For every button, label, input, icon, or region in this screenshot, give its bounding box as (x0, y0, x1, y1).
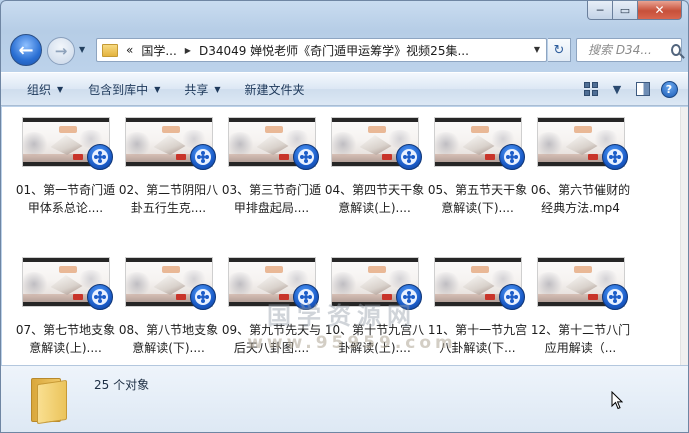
chevron-down-icon: ▼ (57, 84, 64, 94)
video-thumbnail (323, 257, 426, 313)
file-item[interactable]: 03、第三节奇门遁甲排盘起局.... (220, 117, 323, 217)
address-prefix[interactable]: « (126, 43, 133, 57)
help-icon: ? (660, 80, 678, 98)
forward-button[interactable]: → (47, 37, 75, 65)
file-list-pane[interactable]: 01、第一节奇门遁甲体系总论.... 02、第二节阴阳八卦五行生克.... 03、第… (2, 107, 680, 365)
video-thumbnail (529, 117, 632, 173)
minimize-button[interactable]: ─ (587, 1, 613, 20)
include-in-library-label: 包含到库中 (88, 82, 149, 97)
breadcrumb-item-current[interactable]: D34049 婵悦老师《奇门遁甲运筹学》视频25集... (199, 42, 469, 59)
media-player-icon (87, 144, 113, 170)
preview-pane-button[interactable] (630, 78, 656, 100)
window-caption-buttons: ─ ▭ ✕ (587, 1, 682, 20)
file-name-label: 04、第四节天干象意解读(上).... (324, 183, 425, 215)
media-player-icon (499, 144, 525, 170)
file-name-label: 09、第九节先天与后天八卦图.... (221, 323, 322, 355)
video-thumbnail (117, 257, 220, 313)
close-button[interactable]: ✕ (638, 1, 682, 20)
refresh-button[interactable]: ↻ (548, 38, 571, 62)
new-folder-button[interactable]: 新建文件夹 (236, 73, 314, 105)
file-grid: 01、第一节奇门遁甲体系总论.... 02、第二节阴阳八卦五行生克.... 03、第… (14, 117, 632, 357)
view-controls: ▼ ? (578, 73, 682, 105)
video-thumbnail (426, 257, 529, 313)
file-item[interactable]: 08、第八节地支象意解读(下).... (117, 257, 220, 357)
search-icon[interactable] (671, 44, 681, 56)
command-bar: 组织 ▼ 包含到库中 ▼ 共享 ▼ 新建文件夹 ▼ ? (1, 72, 688, 106)
file-name-label: 12、第十二节八门应用解读（... (530, 323, 631, 355)
file-name-label: 10、第十节九宫八卦解读(上).... (324, 323, 425, 355)
file-name-label: 01、第一节奇门遁甲体系总论.... (15, 183, 116, 215)
media-player-icon (293, 144, 319, 170)
video-thumbnail (220, 117, 323, 173)
chevron-down-icon: ▼ (154, 84, 161, 94)
video-thumbnail (117, 117, 220, 173)
file-name-label: 03、第三节奇门遁甲排盘起局.... (221, 183, 322, 215)
organize-menu[interactable]: 组织 ▼ (18, 73, 72, 105)
view-dropdown-button[interactable]: ▼ (604, 78, 630, 100)
file-item[interactable]: 12、第十二节八门应用解读（... (529, 257, 632, 357)
include-in-library-menu[interactable]: 包含到库中 ▼ (79, 73, 169, 105)
new-folder-label: 新建文件夹 (244, 82, 305, 97)
file-item[interactable]: 07、第七节地支象意解读(上).... (14, 257, 117, 357)
object-count: 25 个对象 (94, 378, 150, 392)
breadcrumb-separator-icon[interactable]: ▶ (185, 46, 191, 55)
media-player-icon (602, 284, 628, 310)
folder-icon (102, 43, 118, 57)
address-dropdown-icon[interactable]: ▼ (534, 45, 540, 54)
file-item[interactable]: 10、第十节九宫八卦解读(上).... (323, 257, 426, 357)
file-name-label: 07、第七节地支象意解读(上).... (15, 323, 116, 355)
media-player-icon (396, 284, 422, 310)
change-view-button[interactable] (578, 78, 604, 100)
help-button[interactable]: ? (656, 78, 682, 100)
media-player-icon (602, 144, 628, 170)
search-input[interactable] (588, 43, 670, 57)
file-name-label: 02、第二节阴阳八卦五行生克.... (118, 183, 219, 215)
video-thumbnail (426, 117, 529, 173)
share-menu[interactable]: 共享 ▼ (175, 73, 229, 105)
file-item[interactable]: 04、第四节天干象意解读(上).... (323, 117, 426, 217)
breadcrumb-item-guoxue[interactable]: 国学... (141, 42, 176, 59)
file-item[interactable]: 11、第十一节九宫八卦解读(下... (426, 257, 529, 357)
address-bar[interactable]: « 国学... ▶ D34049 婵悦老师《奇门遁甲运筹学》视频25集... ▼ (96, 38, 547, 62)
vertical-scrollbar[interactable] (680, 107, 688, 365)
folder-large-icon (31, 378, 71, 425)
file-item[interactable]: 02、第二节阴阳八卦五行生克.... (117, 117, 220, 217)
back-button[interactable]: ← (10, 34, 42, 66)
file-name-label: 05、第五节天干象意解读(下).... (427, 183, 528, 215)
file-item[interactable]: 01、第一节奇门遁甲体系总论.... (14, 117, 117, 217)
file-name-label: 06、第六节催财的经典方法.mp4 (530, 183, 631, 215)
video-thumbnail (529, 257, 632, 313)
details-pane: 25 个对象 (1, 365, 688, 432)
file-item[interactable]: 05、第五节天干象意解读(下).... (426, 117, 529, 217)
media-player-icon (396, 144, 422, 170)
search-box[interactable] (576, 38, 682, 62)
preview-pane-icon (636, 82, 650, 96)
media-player-icon (190, 284, 216, 310)
file-name-label: 08、第八节地支象意解读(下).... (118, 323, 219, 355)
history-dropdown-icon[interactable]: ▼ (79, 45, 91, 57)
explorer-window: ─ ▭ ✕ ← → ▼ « 国学... ▶ D34049 婵悦老师《奇门遁甲运筹… (0, 0, 689, 433)
media-player-icon (87, 284, 113, 310)
file-item[interactable]: 09、第九节先天与后天八卦图.... (220, 257, 323, 357)
file-item[interactable]: 06、第六节催财的经典方法.mp4 (529, 117, 632, 217)
maximize-button[interactable]: ▭ (613, 1, 638, 20)
chevron-down-icon: ▼ (612, 82, 622, 96)
video-thumbnail (323, 117, 426, 173)
share-label: 共享 (184, 82, 209, 97)
media-player-icon (499, 284, 525, 310)
chevron-down-icon: ▼ (214, 84, 221, 94)
media-player-icon (190, 144, 216, 170)
video-thumbnail (14, 117, 117, 173)
file-name-label: 11、第十一节九宫八卦解读(下... (427, 323, 528, 355)
video-thumbnail (14, 257, 117, 313)
view-grid-icon (584, 82, 598, 96)
media-player-icon (293, 284, 319, 310)
video-thumbnail (220, 257, 323, 313)
organize-label: 组织 (27, 82, 52, 97)
